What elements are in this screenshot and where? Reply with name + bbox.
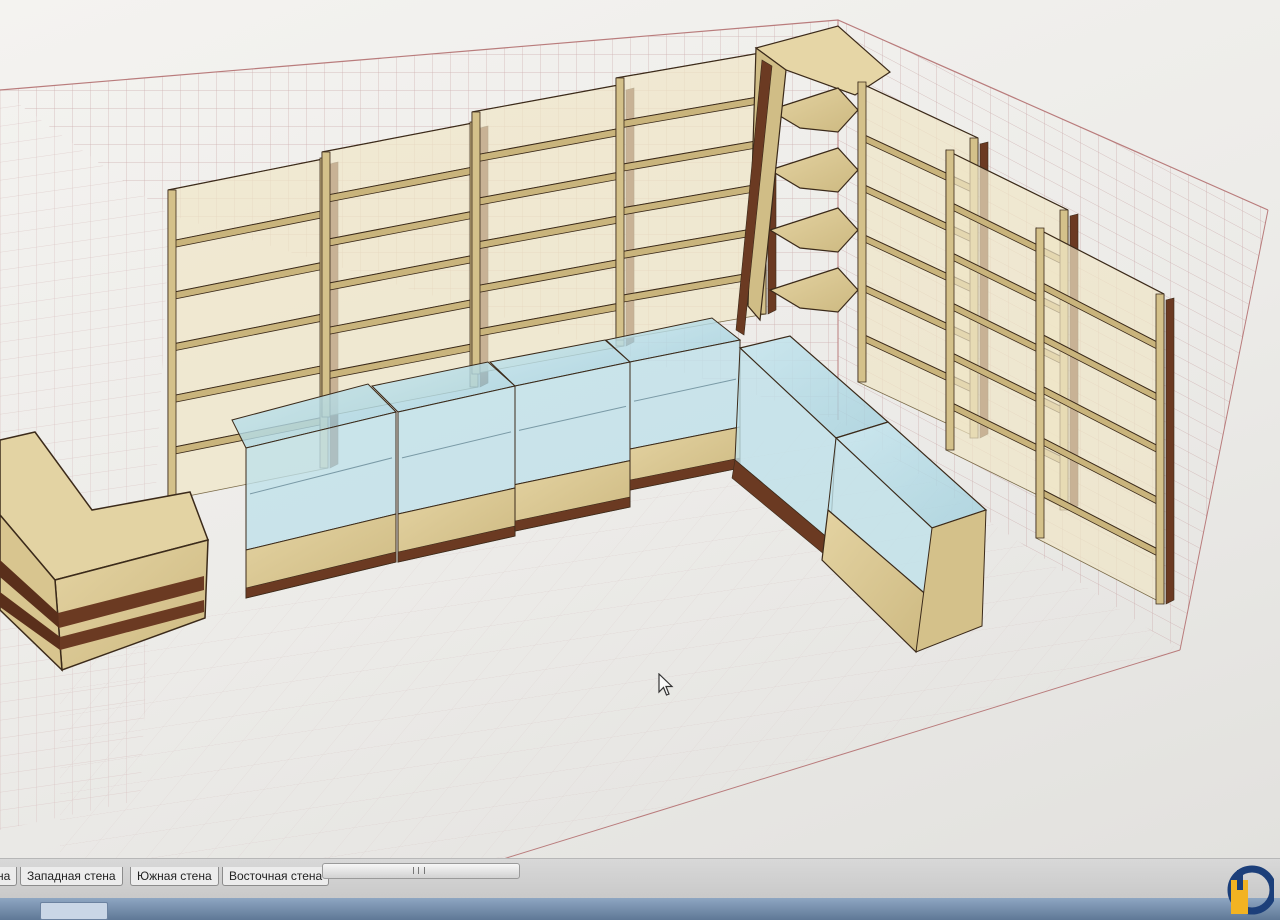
shelf-front-stile [857, 81, 867, 383]
wall-tab[interactable]: Восточная стена [222, 867, 330, 886]
glass-counter [231, 383, 397, 599]
wall-tab[interactable]: на [0, 867, 18, 886]
shelf-front-stile [1155, 293, 1165, 605]
shelf-front-stile [471, 111, 481, 375]
taskbar [0, 898, 1280, 920]
room-scene [0, 19, 1269, 860]
wall-tab[interactable]: Западная стена [20, 867, 123, 886]
3d-viewport[interactable] [0, 0, 1280, 860]
scroll-grip-icon [413, 867, 425, 874]
brand-logo-icon [1227, 865, 1274, 915]
wall-tab-bar: на Западная стена Южная стена Восточная сте… [0, 858, 1280, 899]
shelf-front-stile [1035, 227, 1045, 539]
taskbar-button[interactable] [40, 902, 108, 920]
shelf-front-stile [945, 149, 955, 451]
shelf-front-stile [615, 77, 625, 341]
arrow-cursor-icon [658, 673, 674, 696]
shelf-unit [471, 83, 635, 375]
shelf-front-stile [321, 151, 331, 418]
horizontal-scrollbar[interactable] [322, 863, 520, 879]
shelf-front-stile [167, 189, 177, 501]
wall-tab[interactable]: Южная стена [130, 867, 219, 886]
shelf-divider-trim [1165, 297, 1175, 605]
